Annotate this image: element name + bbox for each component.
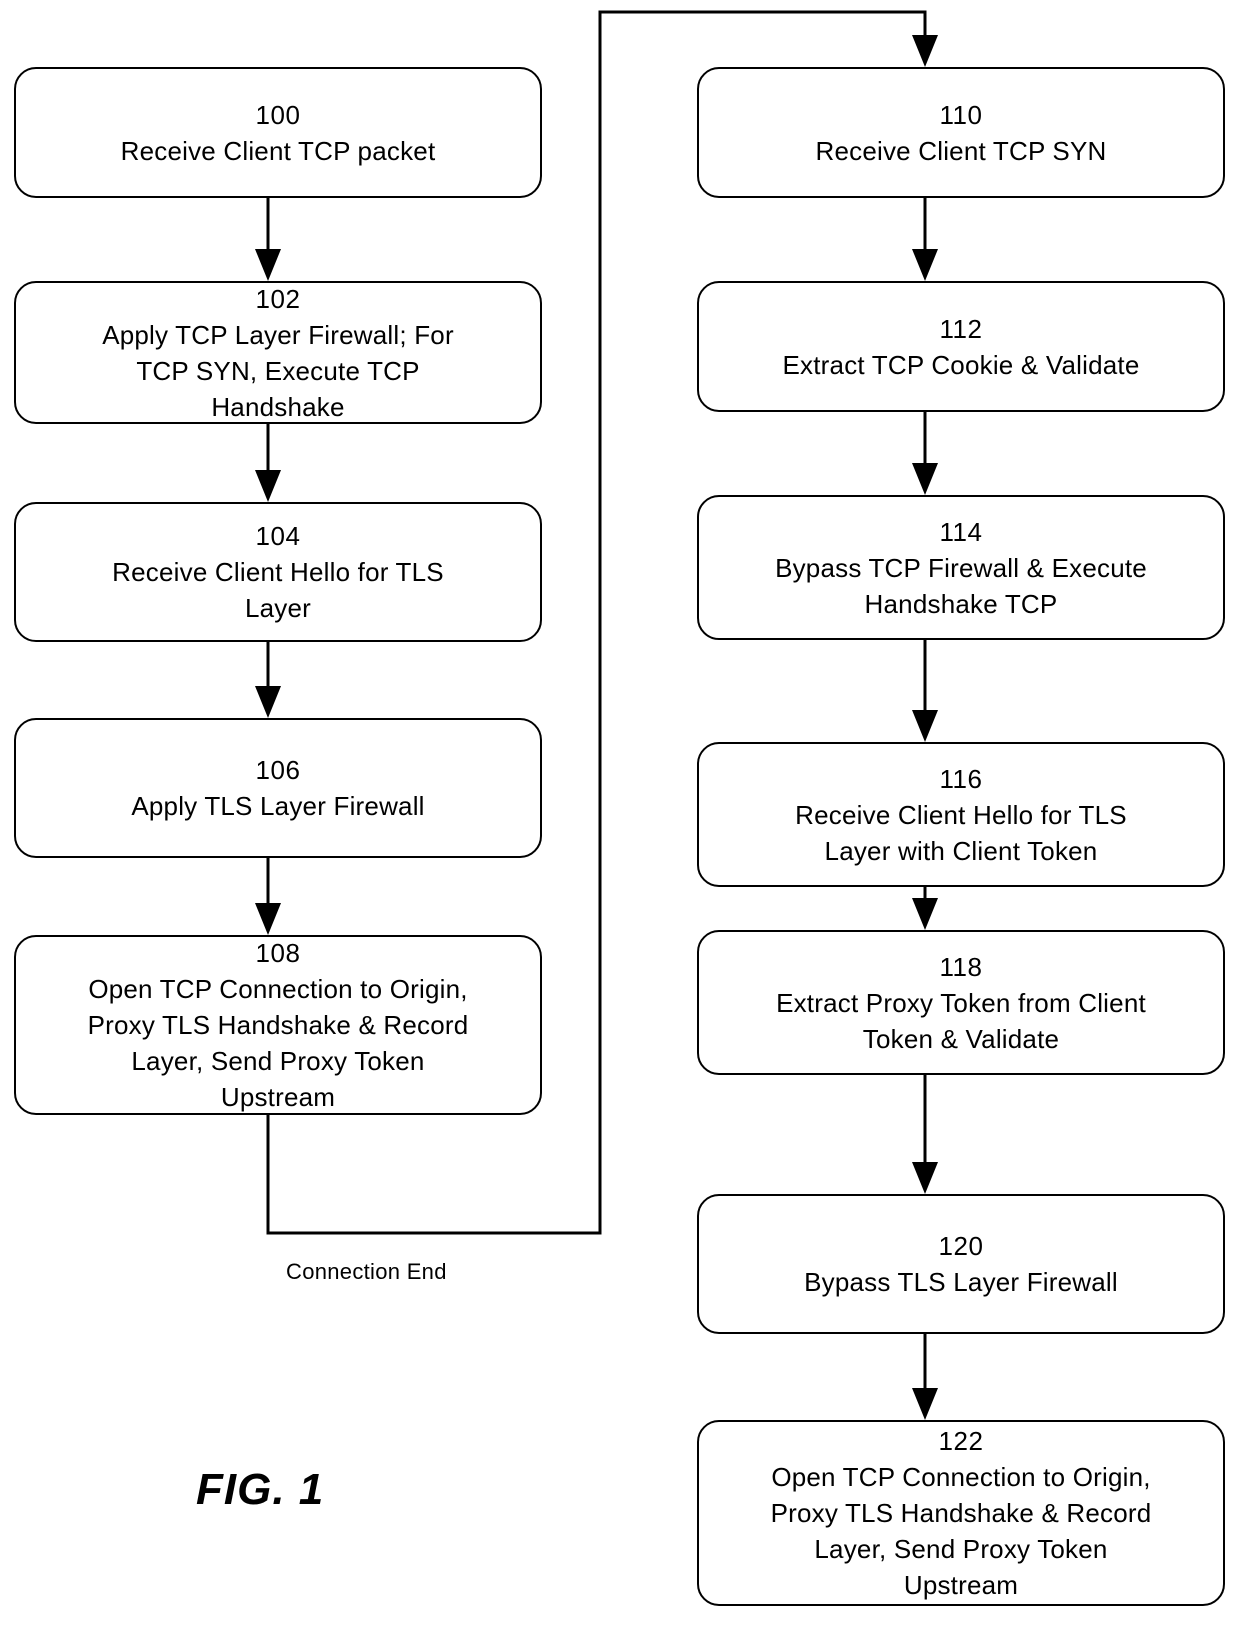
- arrow-120-to-122: [912, 1334, 938, 1420]
- figure-canvas: 100 Receive Client TCP packet 102 Apply …: [0, 0, 1240, 1632]
- figure-label: FIG. 1: [196, 1465, 325, 1514]
